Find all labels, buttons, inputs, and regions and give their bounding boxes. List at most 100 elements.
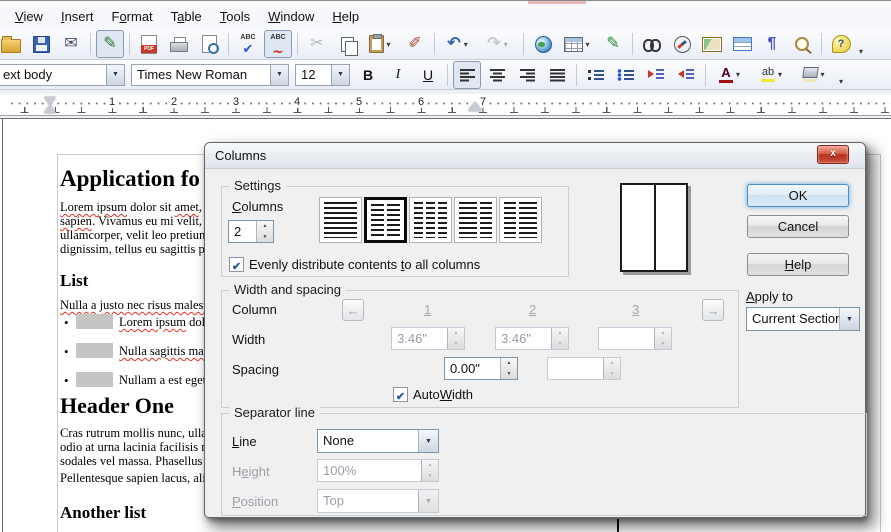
preset-one-column[interactable] [319,197,362,243]
preset-left-weighted[interactable] [454,197,497,243]
align-right-button[interactable] [513,61,541,89]
print-button[interactable] [165,30,193,58]
paragraph-style-value[interactable]: ext body [0,65,106,85]
print-preview-button[interactable] [195,30,223,58]
edit-mode-button[interactable]: ✎ [96,30,124,58]
open-button[interactable] [0,30,25,58]
paste-dropdown-arrow[interactable]: ▾ [384,40,394,49]
dialog-close-button[interactable]: x [817,145,849,164]
cancel-button[interactable]: Cancel [747,215,849,238]
preset-two-columns[interactable] [364,197,407,243]
underline-button[interactable]: U [414,61,442,89]
column-scroll-right-button[interactable]: → [702,299,724,321]
column-header-1: 1 [424,302,431,317]
font-name-combo[interactable]: Times New Roman ▼ [131,64,289,86]
spin-up-icon[interactable]: ▲ [257,221,273,232]
export-pdf-button[interactable]: PDF [135,30,163,58]
spin-down-icon[interactable]: ▼ [501,369,517,380]
toolbar-overflow-arrow[interactable]: ▾ [836,77,846,86]
line-style-combo[interactable]: None ▼ [317,429,439,453]
columns-count-spinner[interactable]: 2 ▲▼ [228,220,274,243]
columns-count-value[interactable]: 2 [229,221,256,242]
line-style-value[interactable]: None [318,430,418,452]
spacing-1-value[interactable]: 0.00" [445,358,500,379]
spin-up-icon[interactable]: ▲ [501,358,517,369]
font-name-value[interactable]: Times New Roman [132,65,270,85]
font-color-button[interactable]: A▾ [711,61,751,89]
bold-button[interactable]: B [354,61,382,89]
spin-down-icon[interactable]: ▼ [257,232,273,243]
evenly-distribute-label[interactable]: Evenly distribute contents to all column… [249,257,480,272]
formatting-marks-button[interactable]: ¶ [758,30,786,58]
align-left-button[interactable] [453,61,481,89]
decrease-indent-button[interactable] [642,61,670,89]
save-button[interactable] [27,30,55,58]
indent-marker-right[interactable] [468,102,482,111]
copy-button[interactable] [333,30,361,58]
ruler-number: 2 [168,96,180,108]
apply-to-dropdown-arrow[interactable]: ▼ [839,308,859,330]
apply-to-combo[interactable]: Current Section ▼ [746,307,860,331]
autowidth-checkbox[interactable]: ✔ [393,387,408,402]
highlight-dropdown-arrow[interactable]: ▾ [775,70,785,79]
align-center-button[interactable] [483,61,511,89]
auto-spellcheck-button[interactable]: ABC~ [264,30,292,58]
gallery-button[interactable] [698,30,726,58]
background-color-button[interactable]: ▾ [795,61,835,89]
toolbar-separator [821,33,822,55]
columns-count-spin-buttons[interactable]: ▲▼ [256,221,273,242]
font-size-combo[interactable]: 12 ▼ [295,64,350,86]
drawing-functions-button[interactable]: ✎ [599,30,627,58]
justify-button[interactable] [543,61,571,89]
background-color-dropdown-arrow[interactable]: ▾ [818,70,828,79]
menu-insert[interactable]: Insert [52,6,103,27]
column-scroll-left-button[interactable]: ← [342,299,364,321]
style-dropdown-arrow[interactable]: ▼ [106,65,124,85]
italic-button[interactable]: I [384,61,412,89]
font-dropdown-arrow[interactable]: ▼ [270,65,288,85]
help-button-dialog[interactable]: Help [747,253,849,276]
dialog-titlebar[interactable]: Columns [205,143,865,169]
width-3-value [599,328,654,349]
data-sources-button[interactable] [728,30,756,58]
hyperlink-button[interactable] [529,30,557,58]
ok-button[interactable]: OK [747,184,849,207]
navigator-button[interactable] [668,30,696,58]
undo-dropdown-arrow[interactable]: ▾ [461,40,471,49]
numbered-list-button[interactable] [582,61,610,89]
email-button[interactable]: ✉ [57,30,85,58]
zoom-button[interactable] [788,30,816,58]
toolbar-overflow-arrow[interactable]: ▾ [856,47,866,56]
spacing-1-spinner[interactable]: 0.00" ▲▼ [444,357,518,380]
justify-icon [549,68,566,82]
menu-format[interactable]: Format [102,6,161,27]
menu-help[interactable]: Help [323,6,368,27]
menu-tools[interactable]: Tools [211,6,259,27]
menu-table[interactable]: Table [162,6,211,27]
help-button[interactable]: ? [827,30,855,58]
find-replace-button[interactable] [638,30,666,58]
paste-button[interactable]: ▾ [363,30,399,58]
menu-view[interactable]: View [6,6,52,27]
menu-window[interactable]: Window [259,6,323,27]
font-size-value[interactable]: 12 [296,65,331,85]
preset-right-weighted[interactable] [499,197,542,243]
doc-paragraph-line: dignissim, tellus eu sagittis pe [60,242,210,257]
autowidth-label[interactable]: AutoWidth [413,387,473,402]
font-color-dropdown-arrow[interactable]: ▾ [733,70,743,79]
apply-to-value[interactable]: Current Section [747,308,839,330]
preset-three-columns[interactable] [409,197,452,243]
insert-table-button[interactable]: ▾ [559,30,597,58]
paragraph-style-combo[interactable]: ext body ▼ [0,64,125,86]
increase-indent-button[interactable] [672,61,700,89]
undo-button[interactable]: ↶▾ [440,30,478,58]
table-dropdown-arrow[interactable]: ▾ [583,40,593,49]
evenly-distribute-checkbox[interactable]: ✔ [229,257,244,272]
clone-formatting-button[interactable]: ✐ [401,30,429,58]
redo-icon: ↷ [487,36,500,52]
spellcheck-button[interactable]: ABC✔ [234,30,262,58]
bullet-list-button[interactable] [612,61,640,89]
line-dropdown-arrow[interactable]: ▼ [418,430,438,452]
highlight-color-button[interactable]: ab▾ [753,61,793,89]
size-dropdown-arrow[interactable]: ▼ [331,65,349,85]
